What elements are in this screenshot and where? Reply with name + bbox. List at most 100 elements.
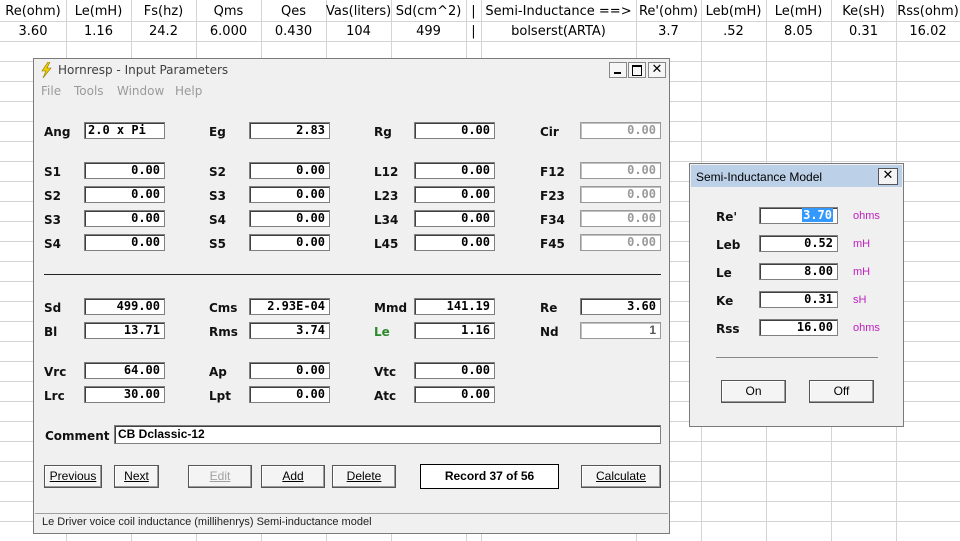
sheet-value-cell[interactable]: 1.16 — [66, 24, 131, 39]
f45-field[interactable]: 0.00 — [580, 234, 661, 251]
previous-button-label: Previous — [49, 469, 97, 483]
param-label: Eg — [209, 125, 226, 139]
off-button[interactable]: Off — [809, 380, 874, 403]
sheet-value-cell[interactable]: 499 — [391, 24, 466, 39]
mmd-field[interactable]: 141.19 — [414, 298, 495, 315]
menu-file[interactable]: File — [41, 84, 61, 98]
sheet-header-cell[interactable]: Ke(sH) — [831, 4, 896, 19]
dialog-unit: ohms — [853, 322, 880, 334]
re-field[interactable]: 3.60 — [580, 298, 661, 315]
sd-field[interactable]: 499.00 — [84, 298, 165, 315]
close-icon[interactable]: ✕ — [648, 62, 666, 78]
sheet-value-cell[interactable]: 16.02 — [896, 24, 960, 39]
sheet-header-cell[interactable]: Qes — [261, 4, 326, 19]
sheet-value-cell[interactable]: | — [466, 24, 481, 39]
l45-field[interactable]: 0.00 — [414, 234, 495, 251]
ke-field[interactable]: 0.31 — [759, 291, 838, 308]
vtc-field[interactable]: 0.00 — [414, 362, 495, 379]
sheet-header-cell[interactable]: Fs(hz) — [131, 4, 196, 19]
s1-field[interactable]: 0.00 — [84, 162, 165, 179]
edit-button-label: Edit — [209, 469, 231, 483]
sheet-header-cell[interactable]: Vas(liters) — [326, 4, 391, 19]
close-icon[interactable]: ✕ — [878, 168, 898, 185]
param-label: Atc — [374, 389, 397, 403]
ap-field[interactable]: 0.00 — [249, 362, 330, 379]
sheet-header-cell[interactable]: Re'(ohm) — [636, 4, 701, 19]
delete-button[interactable]: Delete — [332, 465, 396, 488]
le-dialog-field[interactable]: 8.00 — [759, 263, 838, 280]
previous-button[interactable]: Previous — [44, 465, 102, 488]
dialog-titlebar[interactable]: Semi-Inductance Model ✕ — [691, 165, 902, 187]
sheet-header-cell[interactable]: Leb(mH) — [701, 4, 766, 19]
vrc-field[interactable]: 64.00 — [84, 362, 165, 379]
f12-field[interactable]: 0.00 — [580, 162, 661, 179]
edit-button[interactable]: Edit — [188, 465, 252, 488]
dialog-title: Semi-Inductance Model — [696, 170, 823, 184]
atc-field[interactable]: 0.00 — [414, 386, 495, 403]
le-field[interactable]: 1.16 — [414, 322, 495, 339]
rss-field[interactable]: 16.00 — [759, 319, 838, 336]
sheet-header-cell[interactable]: Le(mH) — [66, 4, 131, 19]
l23-field[interactable]: 0.00 — [414, 186, 495, 203]
nd-field[interactable]: 1 — [580, 322, 661, 339]
delete-button-label: Delete — [346, 469, 382, 483]
menu-help[interactable]: Help — [175, 84, 202, 98]
s4-field[interactable]: 0.00 — [249, 210, 330, 227]
sheet-value-cell[interactable]: .52 — [701, 24, 766, 39]
sheet-value-cell[interactable]: 104 — [326, 24, 391, 39]
rms-field[interactable]: 3.74 — [249, 322, 330, 339]
s3-field[interactable]: 0.00 — [249, 186, 330, 203]
s2-field[interactable]: 0.00 — [249, 162, 330, 179]
maximize-icon[interactable] — [628, 62, 646, 78]
param-label: F23 — [540, 189, 565, 203]
next-button[interactable]: Next — [114, 465, 159, 488]
ang-field[interactable]: 2.0 x Pi — [84, 122, 165, 139]
s3-field[interactable]: 0.00 — [84, 210, 165, 227]
re-prime-field[interactable]: 3.70 — [759, 207, 838, 224]
sheet-value-cell[interactable]: 24.2 — [131, 24, 196, 39]
calculate-button[interactable]: Calculate — [581, 465, 661, 488]
le-label: Le — [374, 325, 390, 339]
s5-field[interactable]: 0.00 — [249, 234, 330, 251]
sheet-header-cell[interactable]: Rss(ohm) — [896, 4, 960, 19]
sheet-value-cell[interactable]: 0.31 — [831, 24, 896, 39]
sheet-value-cell[interactable]: 6.000 — [196, 24, 261, 39]
leb-field[interactable]: 0.52 — [759, 235, 838, 252]
sheet-header-cell[interactable]: | — [466, 4, 481, 19]
lrc-field[interactable]: 30.00 — [84, 386, 165, 403]
sheet-header-cell[interactable]: Sd(cm^2) — [391, 4, 466, 19]
s2-field[interactable]: 0.00 — [84, 186, 165, 203]
window-titlebar[interactable]: Hornresp - Input Parameters ✕ — [34, 59, 669, 81]
cir-field[interactable]: 0.00 — [580, 122, 661, 139]
comment-field[interactable]: CB Dclassic-12 — [114, 425, 661, 444]
menu-tools[interactable]: Tools — [74, 84, 104, 98]
param-label: S3 — [209, 189, 226, 203]
add-button-label: Add — [282, 469, 304, 483]
eg-field[interactable]: 2.83 — [249, 122, 330, 139]
param-label: F45 — [540, 237, 565, 251]
l34-field[interactable]: 0.00 — [414, 210, 495, 227]
sheet-header-cell[interactable]: Le(mH) — [766, 4, 831, 19]
sheet-value-cell[interactable]: 0.430 — [261, 24, 326, 39]
cms-field[interactable]: 2.93E-04 — [249, 298, 330, 315]
menu-window[interactable]: Window — [117, 84, 164, 98]
sheet-header-cell[interactable]: Qms — [196, 4, 261, 19]
f34-field[interactable]: 0.00 — [580, 210, 661, 227]
l12-field[interactable]: 0.00 — [414, 162, 495, 179]
add-button[interactable]: Add — [261, 465, 325, 488]
rg-field[interactable]: 0.00 — [414, 122, 495, 139]
dialog-unit: ohms — [853, 210, 880, 222]
lpt-field[interactable]: 0.00 — [249, 386, 330, 403]
sheet-value-cell[interactable]: 8.05 — [766, 24, 831, 39]
sheet-value-cell[interactable]: bolserst(ARTA) — [481, 24, 636, 39]
sheet-header-cell[interactable]: Semi-Inductance ==> — [481, 4, 636, 19]
sheet-value-cell[interactable]: 3.7 — [636, 24, 701, 39]
sheet-header-cell[interactable]: Re(ohm) — [0, 4, 66, 19]
minimize-icon[interactable] — [609, 62, 627, 78]
f23-field[interactable]: 0.00 — [580, 186, 661, 203]
bl-field[interactable]: 13.71 — [84, 322, 165, 339]
sheet-value-cell[interactable]: 3.60 — [0, 24, 66, 39]
s4-field[interactable]: 0.00 — [84, 234, 165, 251]
on-button[interactable]: On — [721, 380, 786, 403]
dialog-label: Re' — [716, 210, 738, 224]
